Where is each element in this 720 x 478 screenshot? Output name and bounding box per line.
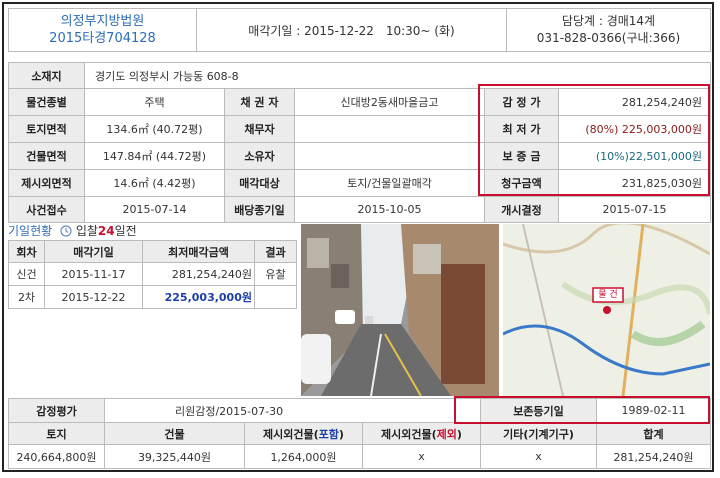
val-excl-included: 1,264,000원: [244, 444, 363, 469]
received-value: 2015-07-14: [84, 196, 225, 223]
col-round: 회차: [8, 240, 45, 263]
row-result: 유찰: [254, 262, 297, 286]
type-label: 물건종별: [8, 88, 85, 116]
received-label: 사건접수: [8, 196, 85, 223]
val-building: 39,325,440원: [104, 444, 245, 469]
appraisal-firm-value: 리원감정/2015-07-30: [104, 398, 481, 423]
val-total: 281,254,240원: [596, 444, 711, 469]
col-total: 합계: [596, 422, 711, 445]
col-building: 건물: [104, 422, 245, 445]
map-marker-label: 물 건: [598, 290, 618, 300]
price-highlight-box: [478, 84, 710, 196]
val-excl-excluded: x: [362, 444, 481, 469]
sale-date: 매각기일 : 2015-12-22 10:30~ (화): [196, 8, 507, 52]
col-result: 결과: [254, 240, 297, 263]
history-title-row: 기일현황 입찰24일전: [8, 222, 137, 240]
col-excl-included-post: ): [338, 427, 344, 441]
appraisal-firm-label: 감정평가: [8, 398, 105, 423]
building-area-label: 건물면적: [8, 142, 85, 170]
dept-phone: 031-828-0366(구내:366): [536, 31, 681, 45]
table-row: 240,664,800원 39,325,440원 1,264,000원 x x …: [8, 444, 711, 469]
row-round: 2차: [8, 285, 45, 309]
history-table: 회차 매각기일 최저매각금액 결과 신건 2015-11-17 281,254,…: [8, 240, 297, 309]
court-name: 의정부지방법원: [60, 14, 145, 29]
table-row: 2차 2015-12-22 225,003,000원: [8, 285, 297, 309]
bid-notice-suffix: 일전: [114, 224, 137, 238]
history-title: 기일현황: [8, 224, 53, 238]
col-land: 토지: [8, 422, 105, 445]
col-excl-excluded-mid: 제외: [436, 427, 457, 441]
owner-label: 소유자: [224, 142, 295, 170]
clock-icon: [60, 225, 72, 240]
sale-target-value: 토지/건물일괄매각: [294, 169, 485, 197]
col-amount: 최저매각금액: [142, 240, 255, 263]
court-cell: 의정부지방법원 2015타경704128: [8, 8, 197, 52]
start-value: 2015-07-15: [557, 196, 712, 223]
building-area-value: 147.84㎡ (44.72평): [84, 142, 225, 170]
bid-notice-prefix: 입찰: [75, 224, 98, 238]
col-etc: 기타(기계기구): [480, 422, 597, 445]
col-excl-excluded-pre: 제시외건물(: [381, 427, 437, 441]
debtor-label: 채무자: [224, 115, 295, 143]
row-result: [254, 285, 297, 309]
location-label: 소재지: [8, 62, 85, 89]
col-excl-included: 제시외건물(포함): [244, 422, 363, 445]
col-excl-included-mid: 포함: [318, 427, 339, 441]
excluded-area-value: 14.6㎡ (4.42평): [84, 169, 225, 197]
val-etc: x: [480, 444, 597, 469]
creditor-label: 채 권 자: [224, 88, 295, 116]
start-label: 개시결정: [484, 196, 559, 223]
bid-notice-days: 24: [97, 224, 115, 238]
owner-value: [294, 142, 485, 170]
case-header: 의정부지방법원 2015타경704128 매각기일 : 2015-12-22 1…: [8, 8, 711, 52]
street-photo[interactable]: [301, 224, 499, 396]
col-excl-excluded: 제시외건물(제외): [362, 422, 481, 445]
row-amount: 225,003,000원: [142, 285, 255, 309]
col-date: 매각기일: [44, 240, 143, 263]
val-land: 240,664,800원: [8, 444, 105, 469]
location-map[interactable]: 물 건: [503, 224, 710, 396]
dept-cell: 담당계 : 경매14계 031-828-0366(구내:366): [506, 8, 711, 52]
col-excl-included-pre: 제시외건물(: [263, 427, 319, 441]
excluded-area-label: 제시외면적: [8, 169, 85, 197]
row-date: 2015-11-17: [44, 262, 143, 286]
debtor-value: [294, 115, 485, 143]
creditor-value: 신대방2동새마을금고: [294, 88, 485, 116]
case-number: 2015타경704128: [49, 31, 156, 46]
registration-highlight-box: [454, 396, 710, 424]
col-excl-excluded-post: ): [456, 427, 462, 441]
row-round: 신건: [8, 262, 45, 286]
deadline-label: 배당종기일: [224, 196, 295, 223]
type-value: 주택: [84, 88, 225, 116]
deadline-value: 2015-10-05: [294, 196, 485, 223]
land-area-value: 134.6㎡ (40.72평): [84, 115, 225, 143]
land-area-label: 토지면적: [8, 115, 85, 143]
sale-target-label: 매각대상: [224, 169, 295, 197]
row-amount: 281,254,240원: [142, 262, 255, 286]
dept-name: 담당계 : 경매14계: [561, 14, 656, 28]
table-row: 신건 2015-11-17 281,254,240원 유찰: [8, 262, 297, 286]
row-date: 2015-12-22: [44, 285, 143, 309]
